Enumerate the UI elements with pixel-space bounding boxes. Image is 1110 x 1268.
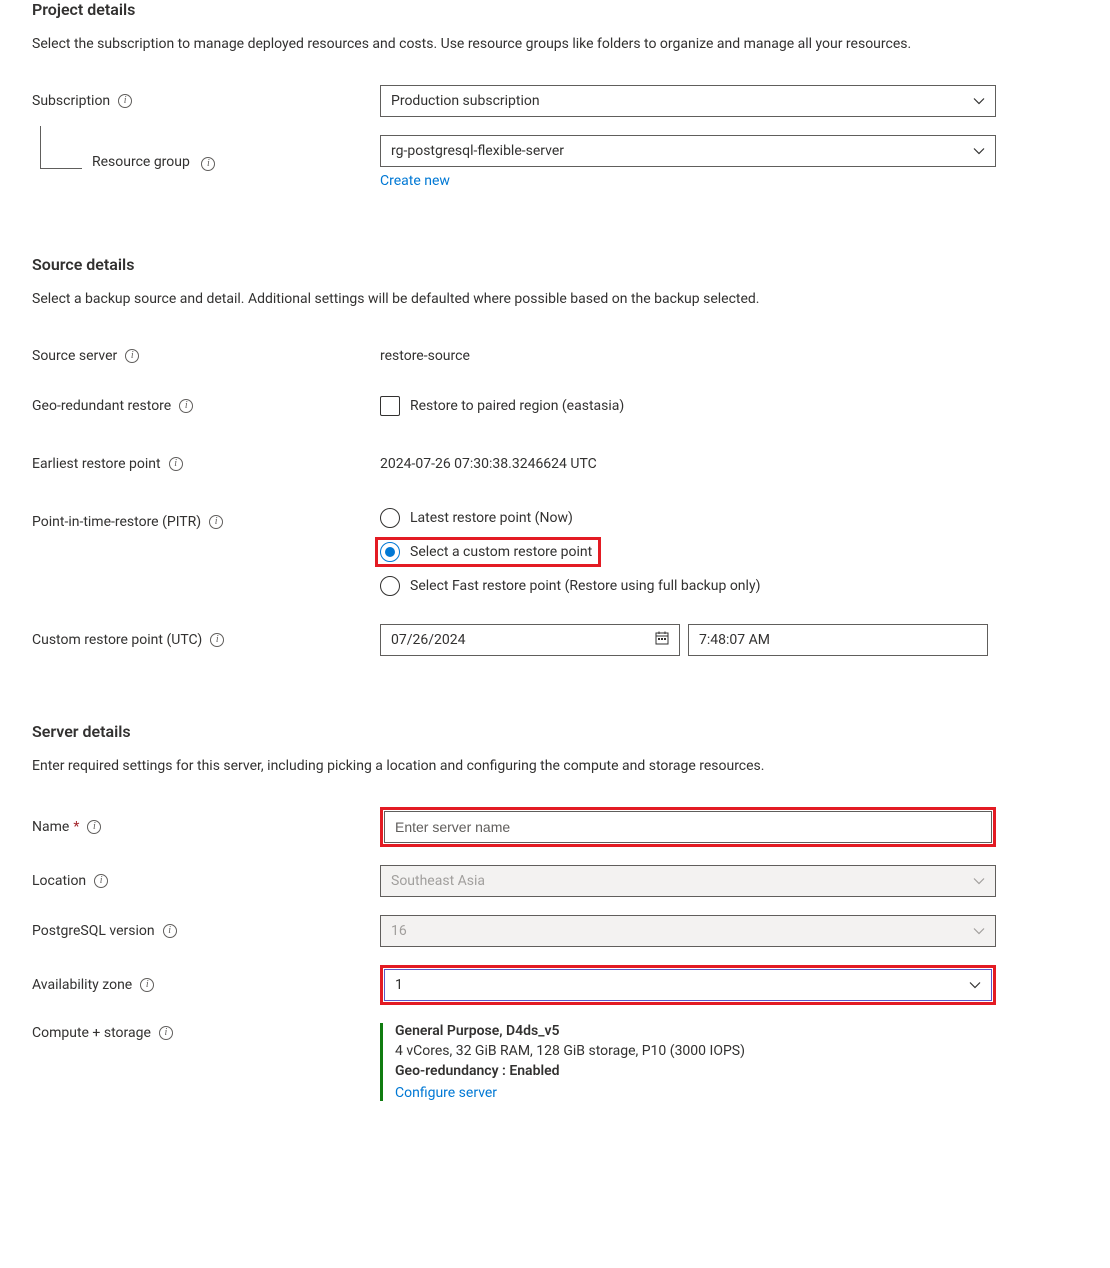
earliest-restore-value: 2024-07-26 07:30:38.3246624 UTC: [380, 456, 996, 472]
compute-sku: General Purpose, D4ds_v5: [395, 1023, 996, 1039]
availability-zone-label: Availability zone: [32, 977, 132, 993]
pitr-radio-fast-label: Select Fast restore point (Restore using…: [410, 578, 760, 594]
geo-restore-label: Geo-redundant restore: [32, 398, 171, 414]
info-icon[interactable]: i: [209, 515, 223, 529]
info-icon[interactable]: i: [179, 399, 193, 413]
create-new-link[interactable]: Create new: [380, 173, 996, 189]
info-icon[interactable]: i: [201, 157, 215, 171]
source-server-value: restore-source: [380, 348, 996, 364]
availability-zone-dropdown[interactable]: 1: [384, 969, 992, 1001]
source-server-label: Source server: [32, 348, 117, 364]
resource-group-label: Resource group: [92, 154, 190, 170]
compute-storage-summary: General Purpose, D4ds_v5 4 vCores, 32 Gi…: [380, 1023, 996, 1101]
chevron-down-icon: [973, 95, 985, 107]
custom-restore-date-value: 07/26/2024: [391, 632, 466, 648]
compute-geo: Geo-redundancy : Enabled: [395, 1063, 996, 1079]
info-icon[interactable]: i: [125, 349, 139, 363]
info-icon[interactable]: i: [169, 457, 183, 471]
info-icon[interactable]: i: [87, 820, 101, 834]
info-icon[interactable]: i: [163, 924, 177, 938]
custom-restore-time-value: 7:48:07 AM: [699, 632, 770, 648]
location-dropdown: Southeast Asia: [380, 865, 996, 897]
pitr-radio-custom[interactable]: Select a custom restore point: [375, 537, 601, 567]
calendar-icon[interactable]: [655, 631, 669, 649]
info-icon[interactable]: i: [94, 874, 108, 888]
location-value: Southeast Asia: [391, 873, 485, 889]
resource-group-dropdown[interactable]: rg-postgresql-flexible-server: [380, 135, 996, 167]
subscription-dropdown[interactable]: Production subscription: [380, 85, 996, 117]
subscription-value: Production subscription: [391, 93, 540, 109]
chevron-down-icon: [973, 145, 985, 157]
resource-group-value: rg-postgresql-flexible-server: [391, 143, 564, 159]
custom-restore-point-label: Custom restore point (UTC): [32, 632, 202, 648]
geo-restore-checkbox[interactable]: [380, 396, 400, 416]
earliest-restore-label: Earliest restore point: [32, 456, 161, 472]
configure-server-link[interactable]: Configure server: [395, 1085, 497, 1101]
pitr-radio-fast[interactable]: Select Fast restore point (Restore using…: [380, 576, 996, 596]
info-icon[interactable]: i: [118, 94, 132, 108]
location-label: Location: [32, 873, 86, 889]
pg-version-value: 16: [391, 923, 407, 939]
chevron-down-icon: [969, 979, 981, 991]
server-name-input[interactable]: [384, 811, 992, 843]
pg-version-dropdown: 16: [380, 915, 996, 947]
required-indicator: *: [73, 819, 79, 835]
pitr-radio-latest-label: Latest restore point (Now): [410, 510, 573, 526]
chevron-down-icon: [973, 875, 985, 887]
info-icon[interactable]: i: [159, 1026, 173, 1040]
server-details-description: Enter required settings for this server,…: [32, 755, 1078, 777]
subscription-label: Subscription: [32, 93, 110, 109]
pitr-label: Point-in-time-restore (PITR): [32, 514, 201, 530]
info-icon[interactable]: i: [140, 978, 154, 992]
compute-details: 4 vCores, 32 GiB RAM, 128 GiB storage, P…: [395, 1043, 996, 1059]
source-details-heading: Source details: [32, 255, 1078, 274]
server-name-label: Name: [32, 819, 69, 835]
compute-storage-label: Compute + storage: [32, 1025, 151, 1041]
custom-restore-date-input[interactable]: 07/26/2024: [380, 624, 680, 656]
source-details-description: Select a backup source and detail. Addit…: [32, 288, 1078, 310]
custom-restore-time-input[interactable]: 7:48:07 AM: [688, 624, 988, 656]
pitr-radio-latest[interactable]: Latest restore point (Now): [380, 508, 996, 528]
server-details-heading: Server details: [32, 722, 1078, 741]
project-details-description: Select the subscription to manage deploy…: [32, 33, 1078, 55]
chevron-down-icon: [973, 925, 985, 937]
availability-zone-value: 1: [395, 977, 403, 993]
geo-restore-checkbox-label: Restore to paired region (eastasia): [410, 398, 624, 414]
info-icon[interactable]: i: [210, 633, 224, 647]
project-details-heading: Project details: [32, 0, 1078, 19]
pg-version-label: PostgreSQL version: [32, 923, 155, 939]
pitr-radio-custom-label: Select a custom restore point: [410, 544, 592, 560]
